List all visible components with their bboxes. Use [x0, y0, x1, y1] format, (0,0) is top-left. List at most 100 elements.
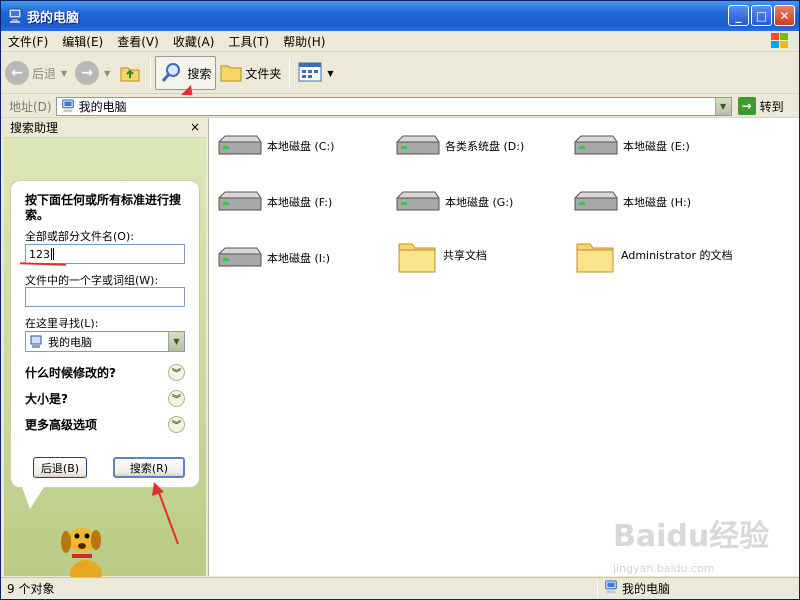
- address-bar: 地址(D) 我的电脑 ▼ → 转到: [1, 95, 799, 118]
- admin-documents-item[interactable]: Administrator 的文档: [575, 238, 745, 274]
- item-label: 本地磁盘 (I:): [267, 252, 331, 265]
- back-button[interactable]: ← 后退 ▼: [1, 56, 71, 90]
- pane-header: 搜索助理 ×: [4, 118, 206, 138]
- windows-logo-icon: [769, 32, 791, 50]
- lookin-value: 我的电脑: [48, 335, 92, 349]
- go-label: 转到: [759, 99, 784, 114]
- pane-title: 搜索助理: [10, 121, 59, 135]
- address-label: 地址(D): [9, 99, 52, 114]
- search-bubble: 按下面任何或所有标准进行搜索。 全部或部分文件名(O): 123 文件中的一个字…: [10, 180, 200, 488]
- folders-button[interactable]: 文件夹: [216, 56, 285, 90]
- option-label: 大小是?: [25, 391, 68, 406]
- folder-icon: [397, 238, 437, 274]
- back-arrow-icon: ←: [5, 61, 29, 85]
- close-button[interactable]: ✕: [774, 5, 795, 26]
- maximize-icon: □: [755, 8, 768, 23]
- filename-input[interactable]: 123: [25, 244, 185, 264]
- chevron-down-icon[interactable]: ︾: [168, 389, 185, 407]
- annotation-arrow: [152, 482, 179, 545]
- menu-file[interactable]: 文件(F): [1, 33, 55, 50]
- filename-label: 全部或部分文件名(O):: [25, 230, 134, 243]
- item-label: Administrator 的文档: [621, 249, 733, 262]
- shared-documents-item[interactable]: 共享文档: [397, 238, 487, 274]
- drive-icon: [215, 132, 263, 162]
- search-instructions: 按下面任何或所有标准进行搜索。: [25, 193, 182, 222]
- toolbar: ← 后退 ▼ → ▼ 搜索 文件夹 ▼: [1, 53, 799, 94]
- option-label: 什么时候修改的?: [25, 365, 116, 380]
- search-companion-pane: 搜索助理 × 按下面任何或所有标准进行搜索。 全部或部分文件名(O): 123 …: [4, 118, 206, 589]
- forward-arrow-icon: →: [75, 61, 100, 85]
- lookin-label: 在这里寻找(L):: [25, 317, 99, 330]
- my-computer-icon: [7, 8, 23, 24]
- address-input[interactable]: 我的电脑 ▼: [55, 96, 732, 116]
- my-computer-icon: [604, 580, 618, 597]
- status-location-label: 我的电脑: [622, 582, 671, 596]
- status-separator: [597, 579, 598, 598]
- drive-icon: [571, 132, 619, 162]
- menu-bar: 文件(F) 编辑(E) 查看(V) 收藏(A) 工具(T) 帮助(H): [1, 31, 799, 52]
- folder-icon: [220, 62, 242, 85]
- filename-value: 123: [29, 247, 50, 261]
- menu-tools[interactable]: 工具(T): [221, 33, 276, 50]
- drive-g-item[interactable]: 本地磁盘 (G:): [393, 188, 513, 218]
- phrase-input[interactable]: [25, 287, 185, 307]
- my-computer-icon: [30, 335, 42, 349]
- views-button[interactable]: ▼: [294, 56, 337, 90]
- menu-view[interactable]: 查看(V): [110, 33, 166, 50]
- search-label: 搜索: [187, 66, 212, 81]
- drive-d-item[interactable]: 各类系统盘 (D:): [393, 132, 524, 162]
- menu-help[interactable]: 帮助(H): [276, 33, 332, 50]
- title-bar[interactable]: 我的电脑 _ □ ✕: [1, 1, 799, 31]
- drive-h-item[interactable]: 本地磁盘 (H:): [571, 188, 691, 218]
- drive-icon: [393, 188, 441, 218]
- views-icon: [298, 62, 322, 85]
- toolbar-separator: [289, 58, 291, 88]
- status-bar: 9 个对象 我的电脑: [1, 577, 799, 599]
- option-advanced[interactable]: 更多高级选项 ︾: [25, 414, 185, 434]
- item-label: 本地磁盘 (H:): [623, 196, 692, 209]
- option-label: 更多高级选项: [25, 417, 98, 432]
- watermark-url: jingyan.baidu.com: [613, 562, 715, 575]
- chevron-down-icon[interactable]: ︾: [168, 363, 185, 381]
- watermark-logo: Baidu经验: [613, 519, 770, 554]
- item-label: 本地磁盘 (G:): [445, 196, 514, 209]
- option-when-modified[interactable]: 什么时候修改的? ︾: [25, 362, 185, 382]
- chevron-down-icon: ▼: [168, 332, 184, 351]
- close-icon: ✕: [779, 8, 790, 23]
- chevron-down-icon[interactable]: ▼: [714, 97, 731, 115]
- folders-label: 文件夹: [245, 66, 282, 81]
- drive-c-item[interactable]: 本地磁盘 (C:): [215, 132, 334, 162]
- start-search-button[interactable]: 搜索(R): [113, 457, 185, 478]
- minimize-button[interactable]: _: [728, 5, 749, 26]
- drive-icon: [215, 244, 263, 274]
- chevron-down-icon: ▼: [104, 68, 111, 78]
- chevron-down-icon: ▼: [61, 68, 68, 78]
- object-count: 9 个对象: [7, 582, 55, 596]
- item-label: 各类系统盘 (D:): [445, 140, 525, 153]
- maximize-button[interactable]: □: [751, 5, 772, 26]
- my-computer-icon: [61, 99, 75, 113]
- chevron-down-icon[interactable]: ︾: [168, 415, 185, 433]
- menu-favorites[interactable]: 收藏(A): [166, 33, 222, 50]
- menu-edit[interactable]: 编辑(E): [55, 33, 110, 50]
- back-search-button[interactable]: 后退(B): [33, 457, 87, 478]
- forward-button[interactable]: → ▼: [71, 56, 114, 90]
- item-label: 本地磁盘 (C:): [267, 140, 335, 153]
- address-value: 我的电脑: [78, 99, 127, 114]
- up-folder-button[interactable]: [114, 56, 146, 90]
- item-label: 共享文档: [443, 249, 487, 262]
- drive-i-item[interactable]: 本地磁盘 (I:): [215, 244, 330, 274]
- drive-icon: [215, 188, 263, 218]
- folder-icon: [575, 238, 615, 274]
- option-size[interactable]: 大小是? ︾: [25, 388, 185, 408]
- status-location: 我的电脑: [604, 580, 670, 597]
- drive-f-item[interactable]: 本地磁盘 (F:): [215, 188, 332, 218]
- item-label: 本地磁盘 (F:): [267, 196, 333, 209]
- lookin-select[interactable]: 我的电脑 ▼: [25, 331, 185, 352]
- drive-e-item[interactable]: 本地磁盘 (E:): [571, 132, 690, 162]
- close-icon[interactable]: ×: [190, 120, 200, 134]
- explorer-window: 我的电脑 _ □ ✕ 文件(F) 编辑(E) 查看(V) 收藏(A) 工具(T)…: [0, 0, 800, 600]
- phrase-label: 文件中的一个字或词组(W):: [25, 274, 159, 287]
- go-button[interactable]: → 转到: [737, 97, 784, 115]
- drive-icon: [393, 132, 441, 162]
